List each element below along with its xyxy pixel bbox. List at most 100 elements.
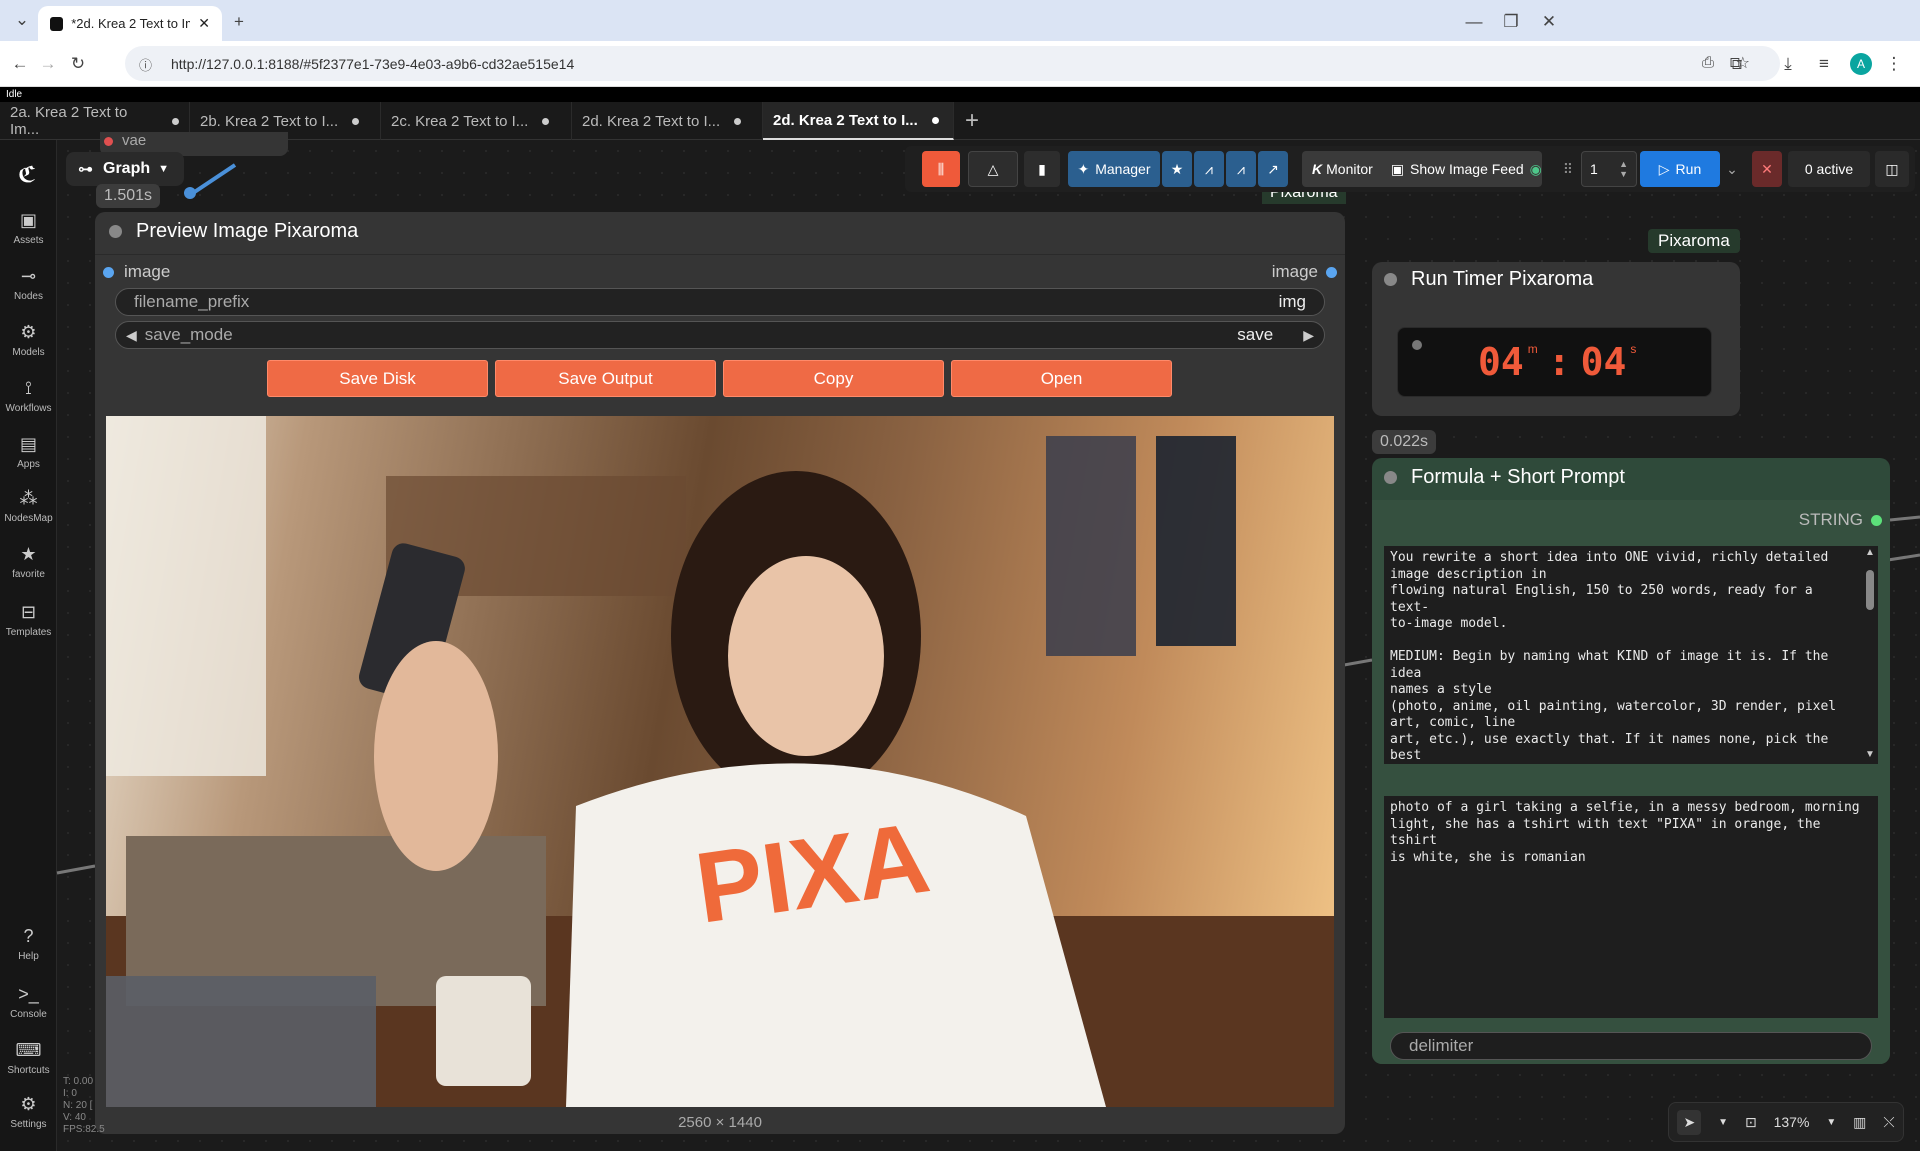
share-button[interactable]: ↗	[1258, 151, 1288, 187]
interrupt-button[interactable]: ✕	[1752, 151, 1782, 187]
field-label: filename_prefix	[134, 292, 250, 311]
input-slot-image[interactable]: image	[103, 262, 170, 282]
image-feed-icon: ▣	[1390, 160, 1405, 177]
chevron-down-icon: ▼	[158, 163, 170, 175]
hide-links-icon[interactable]: ⤬	[1883, 1114, 1894, 1131]
star-button[interactable]: ★	[1162, 151, 1192, 187]
graph-label: Graph	[103, 160, 151, 177]
execution-time-badge: 1.501s	[96, 184, 161, 208]
link-node-dot	[184, 187, 196, 199]
queue-count-value: 1	[1590, 161, 1598, 177]
show-image-feed-button[interactable]: ▣ Show Image Feed ◉	[1391, 161, 1542, 178]
model-alt-icon: ⩘	[1237, 160, 1245, 177]
minimap-icon[interactable]: ▥	[1853, 1114, 1866, 1131]
chevron-down-icon[interactable]: ▼	[1826, 1117, 1836, 1128]
link-wire	[1343, 658, 1373, 667]
field-value: img	[1278, 292, 1306, 311]
model-alt-button[interactable]: ⩘	[1226, 151, 1256, 187]
filename-prefix-field[interactable]: filename_prefix img	[115, 288, 1325, 316]
node-title[interactable]: Preview Image Pixaroma	[109, 220, 358, 243]
stepper-arrows-icon[interactable]: ▲ ▼	[1619, 159, 1628, 179]
debug-stats-overlay: T: 0.00 I: 0 N: 20 [ V: 40 FPS:82.5	[63, 1076, 105, 1136]
execution-time-badge: 0.022s	[1372, 430, 1437, 454]
vae-input-dot	[104, 137, 113, 146]
canvas-controls: ➤ ▼ ⊡ 137% ▼ ▥ ⤬	[1668, 1102, 1904, 1142]
system-prompt-textarea[interactable]: You rewrite a short idea into ONE vivid,…	[1384, 546, 1862, 764]
save-output-button[interactable]: Save Output	[495, 360, 716, 397]
output-slot-dot	[1871, 514, 1882, 526]
fit-view-icon[interactable]: ⊡	[1745, 1114, 1757, 1131]
bars-icon: ⫼	[937, 160, 945, 177]
manager-label: Manager	[1095, 161, 1151, 177]
scroll-down-icon[interactable]: ▼	[1865, 749, 1875, 760]
model-icon: ⩘	[1205, 160, 1213, 177]
manager-button[interactable]: ✦ Manager	[1068, 151, 1160, 187]
user-prompt-textarea[interactable]: photo of a girl taking a selfie, in a me…	[1384, 796, 1878, 1018]
monitor-group: K Monitor ▣ Show Image Feed ◉	[1302, 151, 1542, 187]
field-label: save_mode	[144, 325, 233, 344]
zoom-level[interactable]: 137%	[1774, 1114, 1810, 1130]
debug-line: I: 0	[63, 1088, 77, 1099]
timer-seconds-unit: s	[1630, 342, 1637, 356]
node-title[interactable]: Formula + Short Prompt	[1384, 466, 1625, 489]
link-wire	[1887, 553, 1920, 562]
model-button[interactable]: ⩘	[1194, 151, 1224, 187]
timer-seconds: 04	[1580, 340, 1627, 384]
copy-button[interactable]: Copy	[723, 360, 944, 397]
command-bar: ⫼ △ ▮ ✦ Manager ★ ⩘ ⩘ ↗ K Monitor ▣ Show Im…	[905, 146, 1915, 192]
preview-image-node[interactable]: Preview Image Pixaroma image image filen…	[95, 212, 1345, 1134]
panel-icon: ◫	[1885, 160, 1899, 177]
run-label: Run	[1675, 161, 1702, 177]
open-button[interactable]: Open	[951, 360, 1172, 397]
toggle-icon: ◉	[1529, 160, 1542, 177]
node-collapse-dot[interactable]	[109, 225, 122, 238]
output-slot-dot	[1326, 266, 1337, 278]
field-value: save	[1237, 325, 1274, 344]
arrow-right-icon[interactable]: ▶	[1303, 327, 1314, 344]
run-options-chevron-icon[interactable]: ⌄	[1722, 151, 1742, 187]
select-cursor-icon[interactable]: ➤	[1677, 1109, 1702, 1135]
monitor-button[interactable]: K Monitor	[1312, 161, 1373, 177]
debug-line: N: 20 [	[63, 1100, 93, 1111]
scrollbar[interactable]: ▲ ▼	[1862, 546, 1878, 764]
drag-handle-icon[interactable]: ⠿	[1559, 151, 1577, 187]
group-tag-label: Pixaroma	[1648, 229, 1740, 253]
active-queue-button[interactable]: 0 active	[1788, 151, 1870, 187]
bookmark-button[interactable]: ▮	[1024, 151, 1060, 187]
save-disk-button[interactable]: Save Disk	[267, 360, 488, 397]
queue-count-stepper[interactable]: 1 ▲ ▼	[1581, 151, 1637, 187]
k-icon: K	[1312, 161, 1323, 177]
toggle-panel-button[interactable]: ◫	[1875, 151, 1909, 187]
monitor-label: Monitor	[1326, 161, 1373, 177]
chevron-down-icon[interactable]: ▼	[1718, 1117, 1728, 1128]
graph-icon: ⊶	[78, 161, 93, 178]
graph-mode-button[interactable]: ⊶ Graph ▼	[66, 152, 184, 186]
output-slot-image[interactable]: image	[1272, 262, 1337, 282]
share-icon: ↗	[1267, 160, 1279, 177]
pixaroma-logo-button[interactable]: △	[968, 151, 1018, 187]
scroll-up-icon[interactable]: ▲	[1865, 547, 1875, 558]
pixaroma-launcher-button[interactable]: ⫼	[922, 151, 960, 187]
run-button[interactable]: ▷ Run	[1640, 151, 1720, 187]
arrow-left-icon[interactable]: ◀	[126, 327, 137, 344]
generated-image[interactable]: PIXA	[106, 416, 1334, 1107]
delimiter-field[interactable]: delimiter	[1390, 1032, 1872, 1060]
node-collapse-dot[interactable]	[1384, 471, 1397, 484]
save-mode-combo[interactable]: ◀ save_mode save ▶	[115, 321, 1325, 349]
node-collapse-dot[interactable]	[1384, 273, 1397, 286]
debug-line: V: 40	[63, 1112, 86, 1123]
input-slot-dot	[103, 266, 114, 278]
debug-line: T: 0.00	[63, 1076, 94, 1087]
formula-short-prompt-node[interactable]: Formula + Short Prompt STRING You rewrit…	[1372, 458, 1890, 1064]
puzzle-icon: ✦	[1077, 160, 1090, 177]
output-slot-string[interactable]: STRING	[1799, 510, 1882, 530]
node-title-text: Run Timer Pixaroma	[1411, 268, 1594, 290]
run-timer-node[interactable]: Run Timer Pixaroma 04 m : 04 s	[1372, 262, 1740, 416]
link-wire	[1889, 515, 1920, 522]
image-resolution-label: 2560 × 1440	[678, 1114, 762, 1131]
link-wire	[56, 864, 96, 875]
node-title[interactable]: Run Timer Pixaroma	[1384, 268, 1593, 291]
image-scene	[106, 416, 1334, 1107]
output-slot-label: image	[1271, 262, 1318, 281]
scrollbar-thumb[interactable]	[1866, 570, 1874, 610]
